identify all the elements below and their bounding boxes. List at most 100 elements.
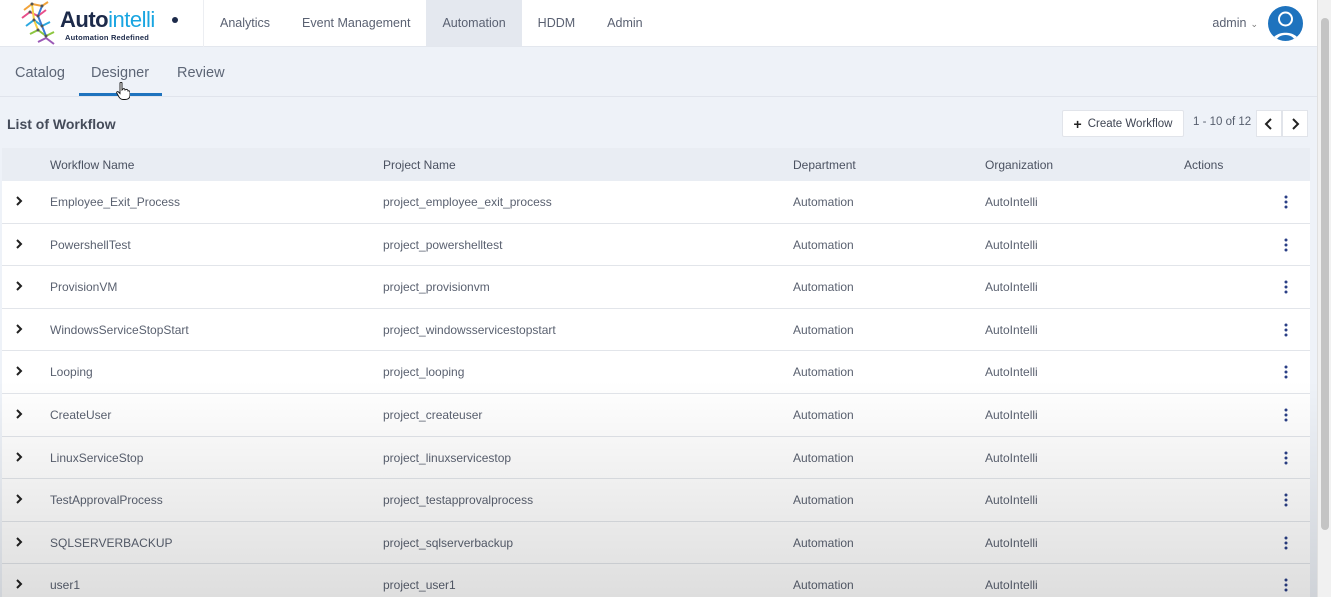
table-row[interactable]: TestApprovalProcess project_testapprovalp… (2, 479, 1310, 522)
brand-name-bold: Auto (60, 7, 109, 32)
brand-dot-icon (172, 17, 178, 23)
cell-department: Automation (793, 407, 854, 422)
user-avatar-icon (1272, 11, 1299, 41)
cell-project-name: project_looping (383, 365, 465, 380)
chevron-right-icon[interactable] (12, 322, 26, 336)
cell-project-name: project_provisionvm (383, 280, 490, 295)
more-actions-icon[interactable] (1280, 577, 1292, 593)
create-workflow-button[interactable]: + Create Workflow (1062, 110, 1184, 137)
page-title: List of Workflow (7, 116, 116, 132)
page-scrollbar[interactable] (1317, 0, 1331, 597)
nav-item-hddm[interactable]: HDDM (522, 0, 592, 46)
table-row[interactable]: WindowsServiceStopStart project_windowsse… (2, 308, 1310, 352)
user-menu[interactable]: admin ⌄ (1212, 16, 1258, 30)
table-row[interactable]: ProvisionVM project_provisionvm Automation… (2, 266, 1310, 309)
cell-organization: AutoIntelli (985, 493, 1038, 508)
more-actions-icon[interactable] (1280, 194, 1292, 210)
cell-project-name: project_sqlserverbackup (383, 535, 514, 550)
scrollbar-thumb[interactable] (1321, 18, 1329, 530)
cell-department: Automation (793, 195, 854, 209)
cell-organization: AutoIntelli (985, 280, 1038, 295)
nav-item-admin[interactable]: Admin (591, 0, 658, 46)
cell-organization: AutoIntelli (985, 237, 1038, 252)
cell-workflow-name[interactable]: WindowsServiceStopStart (50, 323, 189, 337)
tab-catalog[interactable]: Catalog (15, 65, 65, 81)
more-actions-icon[interactable] (1280, 237, 1292, 253)
chevron-left-icon (1264, 117, 1272, 130)
create-workflow-label: Create Workflow (1087, 117, 1173, 130)
chevron-right-icon[interactable] (12, 407, 26, 421)
user-area: admin ⌄ (1212, 0, 1317, 46)
chevron-right-icon[interactable] (12, 364, 26, 378)
cell-project-name: project_createuser (383, 407, 483, 422)
cell-department: Automation (793, 322, 854, 337)
cell-department: Automation (793, 493, 854, 508)
next-page-button[interactable] (1282, 110, 1308, 137)
cell-department: Automation (793, 237, 854, 252)
tab-designer[interactable]: Designer (78, 65, 163, 96)
chevron-right-icon[interactable] (12, 279, 26, 293)
avatar[interactable] (1268, 5, 1303, 41)
workflow-table: Workflow Name Project Name Department Or… (2, 148, 1310, 597)
chevron-right-icon[interactable] (12, 194, 26, 208)
app-root: Autointelli Automation Redefined Analyti… (0, 0, 1331, 597)
tab-review[interactable]: Review (177, 65, 225, 81)
cell-workflow-name[interactable]: Employee_Exit_Process (50, 195, 180, 209)
cell-project-name: project_employee_exit_process (383, 195, 552, 209)
more-actions-icon[interactable] (1280, 535, 1292, 551)
cell-workflow-name[interactable]: Looping (50, 365, 93, 379)
column-header-actions: Actions (1184, 158, 1224, 172)
table-row[interactable]: PowershellTest project_powershelltest Auto… (2, 223, 1310, 267)
nav-item-automation[interactable]: Automation (426, 0, 522, 46)
cell-department: Automation (793, 535, 854, 550)
cell-department: Automation (793, 280, 854, 295)
more-actions-icon[interactable] (1280, 492, 1292, 508)
table-row[interactable]: CreateUser project_createuser Automation Au… (2, 393, 1310, 437)
brand-logo[interactable]: Autointelli Automation Redefined (0, 0, 204, 47)
prev-page-button[interactable] (1256, 110, 1282, 137)
user-name: admin (1212, 16, 1247, 30)
cell-workflow-name[interactable]: CreateUser (50, 408, 111, 422)
cell-department: Automation (793, 578, 854, 593)
cell-workflow-name[interactable]: user1 (50, 578, 80, 592)
chevron-right-icon[interactable] (12, 492, 26, 506)
cell-organization: AutoIntelli (985, 322, 1038, 337)
cell-organization: AutoIntelli (985, 535, 1038, 550)
chevron-right-icon[interactable] (12, 577, 26, 591)
more-actions-icon[interactable] (1280, 322, 1292, 338)
cell-organization: AutoIntelli (985, 195, 1038, 209)
plus-icon: + (1073, 115, 1082, 132)
cell-workflow-name[interactable]: LinuxServiceStop (50, 451, 143, 465)
cell-workflow-name[interactable]: SQLSERVERBACKUP (50, 536, 173, 550)
chevron-right-icon[interactable] (12, 450, 26, 464)
more-actions-icon[interactable] (1280, 279, 1292, 295)
column-header-workflow-name[interactable]: Workflow Name (50, 158, 134, 172)
chevron-right-icon[interactable] (12, 237, 26, 251)
table-row[interactable]: LinuxServiceStop project_linuxservicestop… (2, 436, 1310, 480)
nav-item-event-management[interactable]: Event Management (286, 0, 426, 46)
cell-project-name: project_powershelltest (383, 237, 503, 252)
column-header-organization[interactable]: Organization (985, 158, 1053, 172)
column-header-project-name[interactable]: Project Name (383, 158, 456, 172)
cell-department: Automation (793, 365, 854, 380)
sub-tabs: Catalog Designer Review (0, 47, 1317, 97)
cell-organization: AutoIntelli (985, 365, 1038, 380)
table-row[interactable]: Looping project_looping Automation AutoInte… (2, 351, 1310, 394)
more-actions-icon[interactable] (1280, 407, 1292, 423)
table-row[interactable]: Employee_Exit_Process project_employee_ex… (2, 181, 1310, 224)
chevron-right-icon[interactable] (12, 535, 26, 549)
table-body: Employee_Exit_Process project_employee_ex… (2, 181, 1310, 597)
chevron-down-icon: ⌄ (1250, 19, 1258, 29)
cell-workflow-name[interactable]: ProvisionVM (50, 280, 117, 294)
cell-workflow-name[interactable]: PowershellTest (50, 238, 131, 252)
more-actions-icon[interactable] (1280, 364, 1292, 380)
table-row[interactable]: SQLSERVERBACKUP project_sqlserverbackup Au… (2, 521, 1310, 565)
table-header: Workflow Name Project Name Department Or… (2, 148, 1310, 181)
more-actions-icon[interactable] (1280, 450, 1292, 466)
column-header-department[interactable]: Department (793, 158, 856, 172)
nav-item-analytics[interactable]: Analytics (204, 0, 286, 46)
cell-workflow-name[interactable]: TestApprovalProcess (50, 493, 163, 507)
cell-project-name: project_windowsservicestopstart (383, 322, 556, 337)
cell-project-name: project_linuxservicestop (383, 450, 512, 465)
table-row[interactable]: user1 project_user1 Automation AutoIntelli (2, 564, 1310, 597)
